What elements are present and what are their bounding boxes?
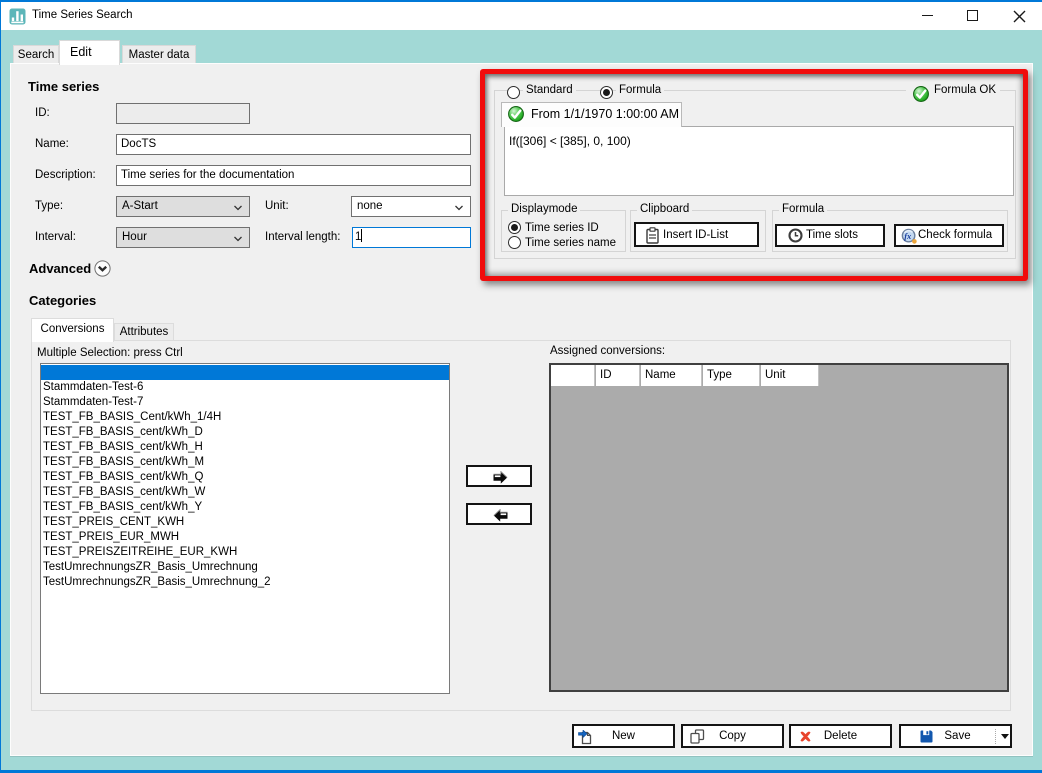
- svg-text:fx: fx: [904, 231, 912, 241]
